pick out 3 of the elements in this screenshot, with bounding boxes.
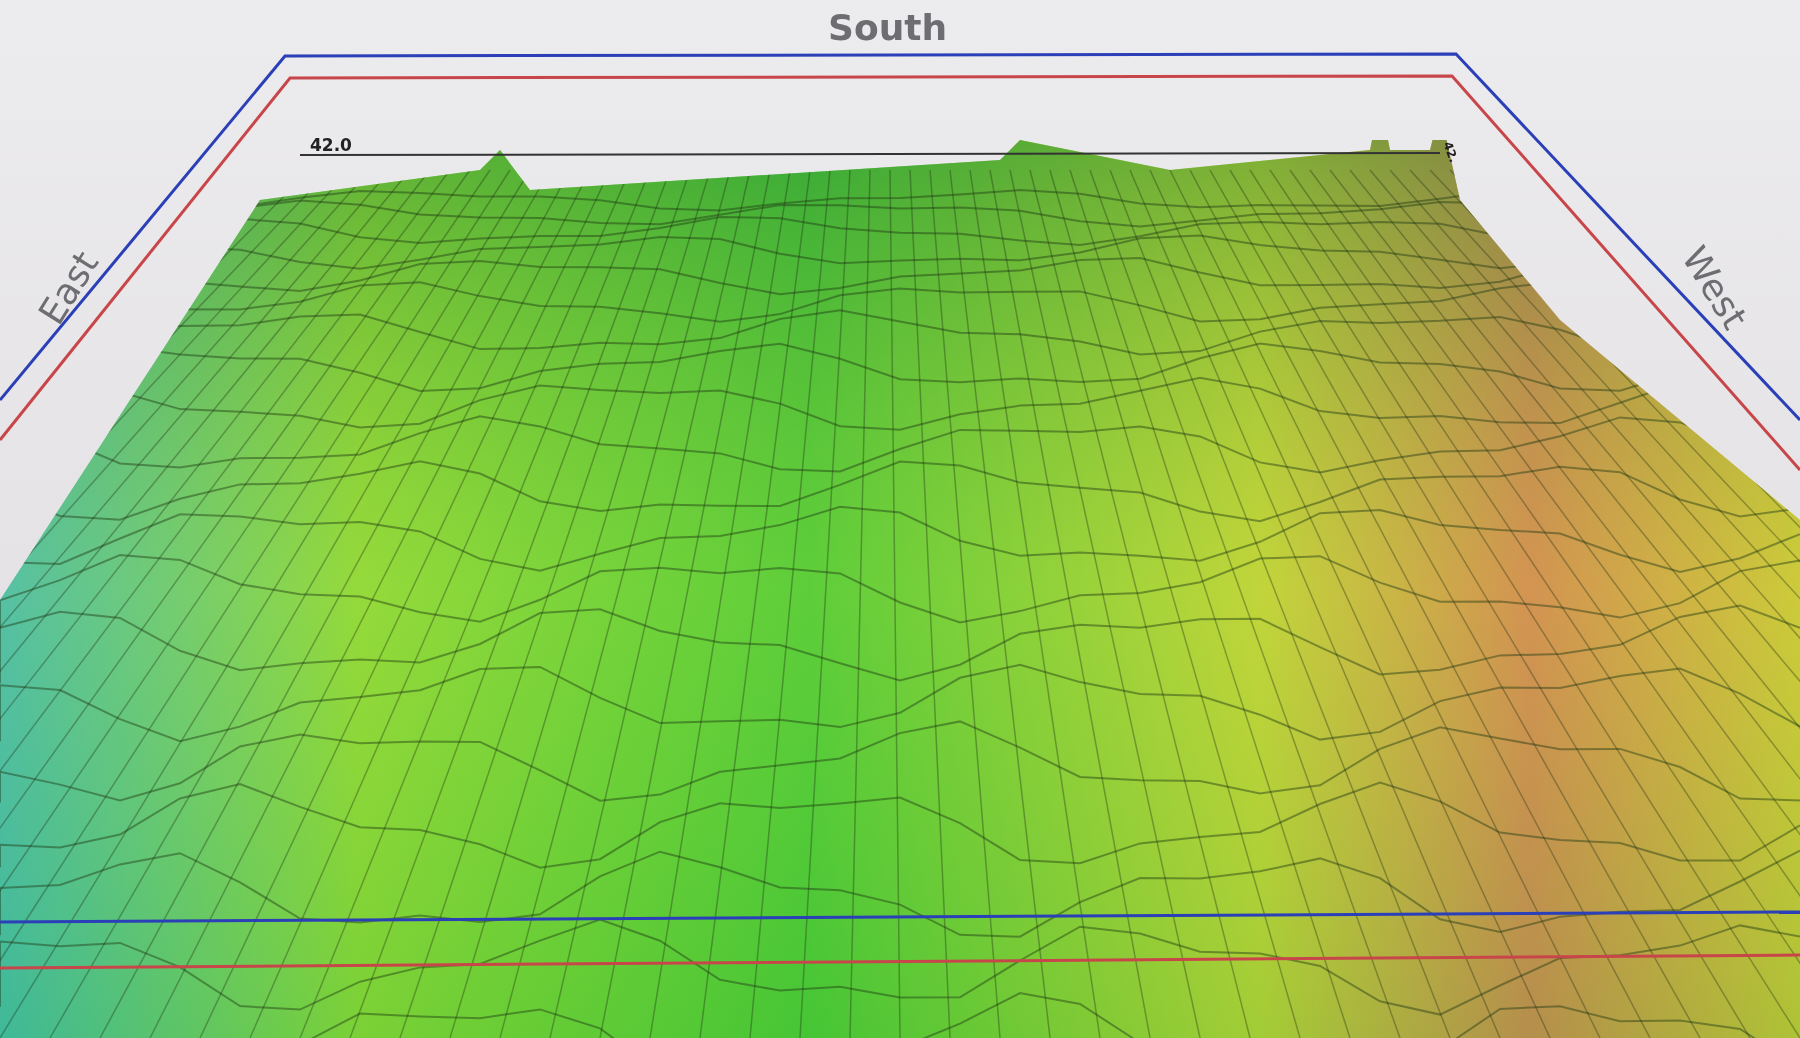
depth-label: 42.0 [310,137,352,154]
axis-label: South [828,10,948,46]
depth-label: 42. [1441,139,1460,165]
